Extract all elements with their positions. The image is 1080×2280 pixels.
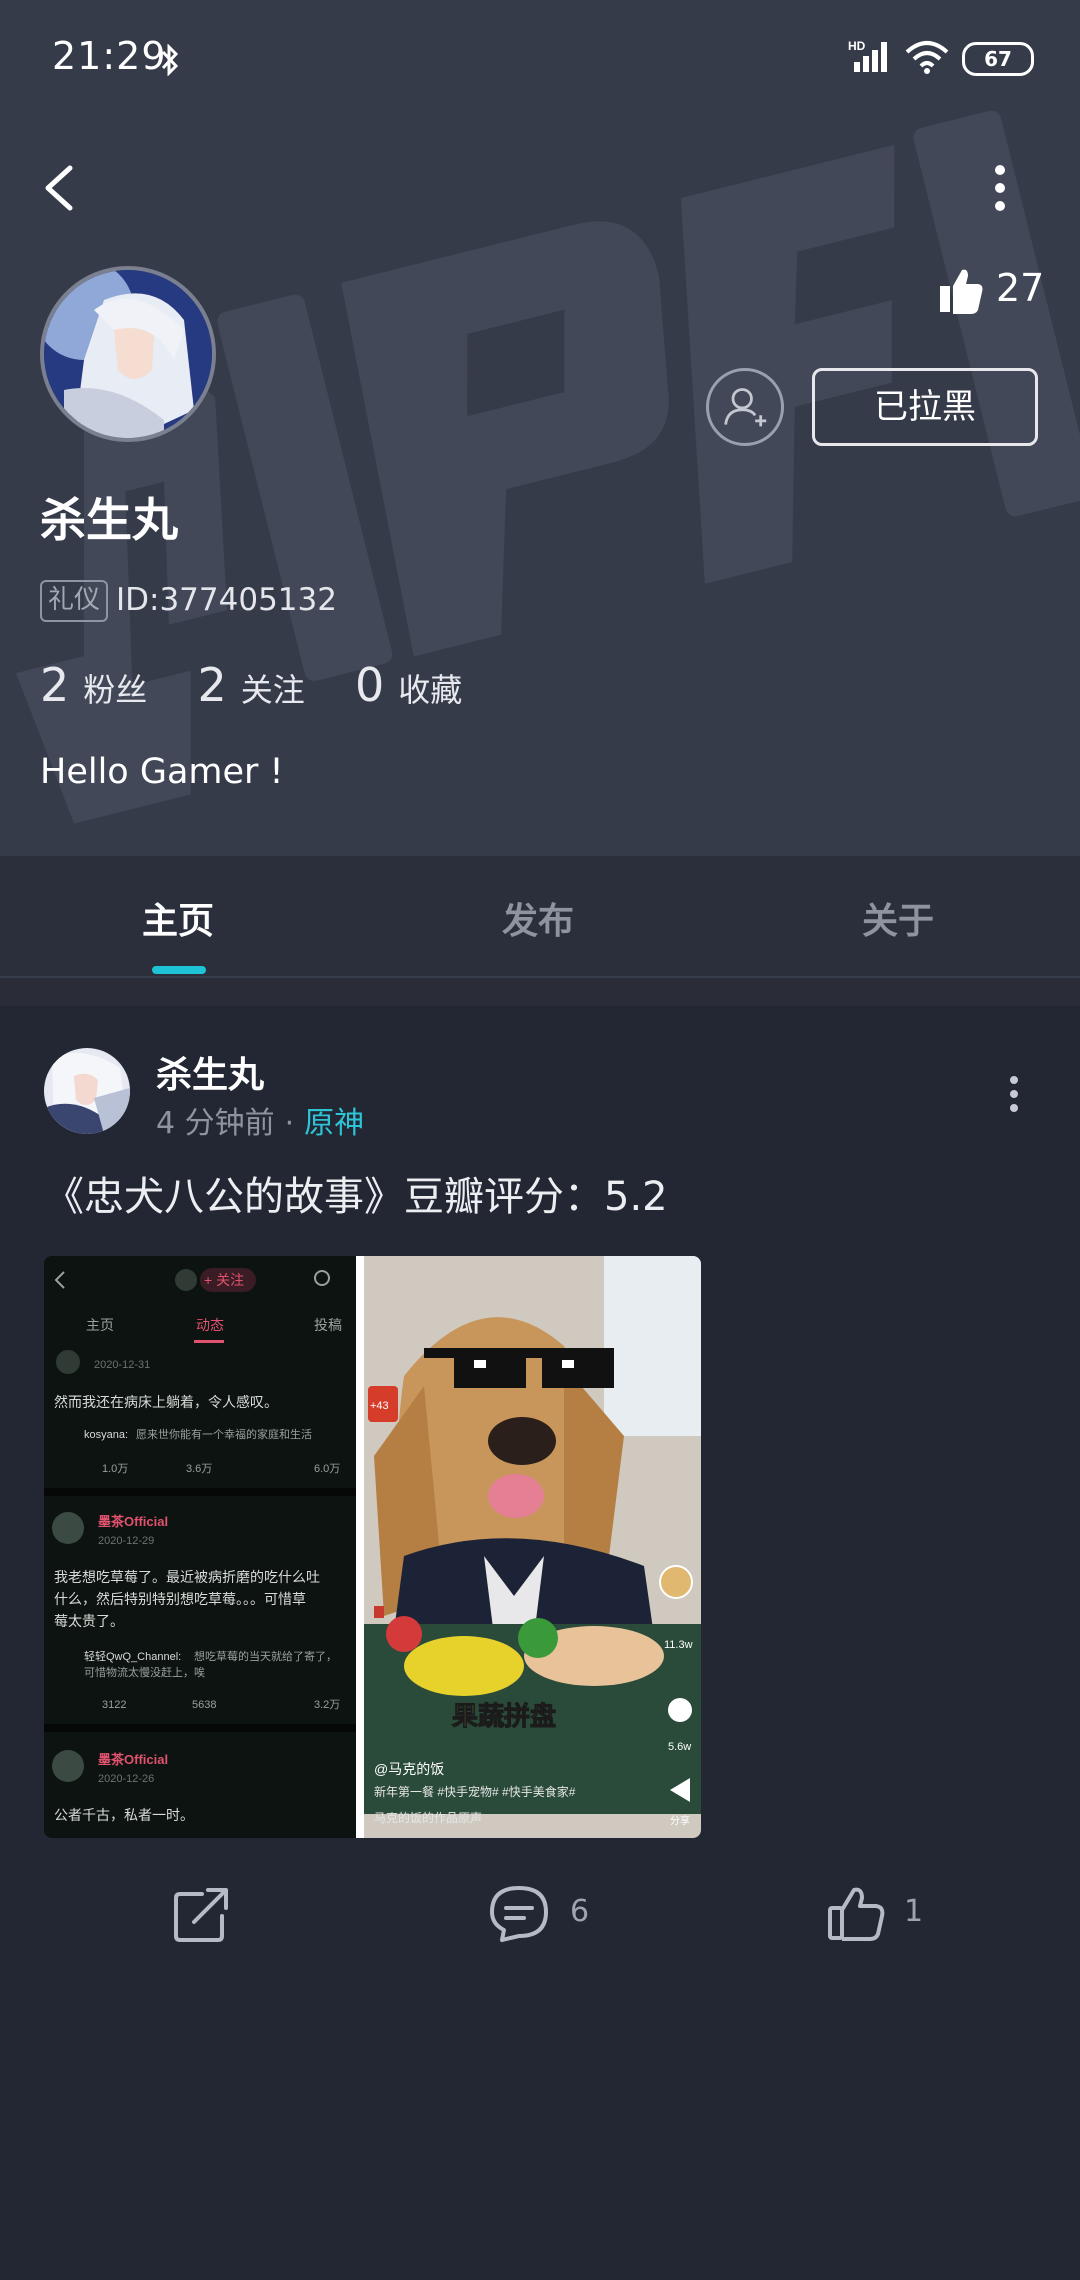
screenshot-reply-text: 想吃草莓的当天就给了寄了， bbox=[194, 1649, 337, 1663]
section-divider bbox=[0, 978, 1080, 1006]
bluetooth-icon bbox=[161, 44, 179, 76]
screenshot-tab: 动态 bbox=[196, 1317, 224, 1333]
screenshot-count: 5.6w bbox=[668, 1741, 691, 1753]
screenshot-banner: 果蔬拼盘 bbox=[452, 1701, 556, 1731]
post-text: 《忠犬八公的故事》豆瓣评分：5.2 bbox=[44, 1174, 668, 1220]
screenshot-count: 6.0万 bbox=[314, 1463, 340, 1475]
screenshot-post-text: 什么，然后特别特别想吃草莓。。。可惜草 bbox=[54, 1591, 306, 1607]
post-image[interactable]: + 关注 主页 动态 投稿 2020-12-31 然而我还在病床上躺着，令人感叹… bbox=[44, 1256, 701, 1838]
tab-home[interactable]: 主页 bbox=[142, 892, 214, 944]
screenshot-comment-icon bbox=[668, 1698, 692, 1722]
status-bar: 21:29 HD 67 bbox=[0, 0, 1080, 118]
screenshot-follow: + 关注 bbox=[204, 1272, 244, 1288]
profile-tabs: 主页 发布 关于 bbox=[0, 856, 1080, 978]
screenshot-date: 2020-12-31 bbox=[94, 1359, 150, 1371]
screenshot-reply-text: 愿来世你能有一个幸福的家庭和生活 bbox=[136, 1427, 312, 1441]
wifi-icon bbox=[905, 41, 949, 74]
post-author-avatar[interactable] bbox=[44, 1048, 130, 1134]
like-icon[interactable] bbox=[826, 1884, 886, 1944]
profile-bio: Hello Gamer ! bbox=[40, 752, 284, 792]
meta-separator: · bbox=[284, 1106, 295, 1141]
screenshot-post-text: 公者千古，私者一时。 bbox=[54, 1807, 194, 1823]
share-icon[interactable] bbox=[172, 1884, 232, 1944]
screenshot-reply-text: 可惜物流太慢没赶上，唉 bbox=[84, 1665, 205, 1679]
stat-followers[interactable]: 2 粉丝 bbox=[40, 658, 147, 712]
status-time: 21:29 bbox=[52, 34, 167, 78]
screenshot-reply-user: 轻轻QwQ_Channel: bbox=[84, 1649, 181, 1663]
like-count: 1 bbox=[904, 1894, 924, 1929]
back-arrow-icon[interactable] bbox=[40, 160, 84, 216]
avatar[interactable] bbox=[40, 266, 216, 442]
watermark-graphic bbox=[15, 110, 1080, 824]
screenshot-date: 2020-12-29 bbox=[98, 1535, 154, 1547]
screenshot-count: 3122 bbox=[102, 1699, 126, 1711]
screenshot-post-text: 然而我还在病床上躺着，令人感叹。 bbox=[54, 1394, 278, 1410]
stat-favorites[interactable]: 0 收藏 bbox=[355, 658, 462, 712]
screenshot-count: 11.3w bbox=[664, 1639, 693, 1651]
profile-stats: 2 粉丝 2 关注 0 收藏 bbox=[40, 658, 502, 712]
screenshot-caption: 新年第一餐 #快手宠物# #快手美食家# bbox=[374, 1784, 576, 1799]
add-friend-icon[interactable] bbox=[706, 368, 784, 446]
likes-count: 27 bbox=[996, 266, 1045, 310]
screenshot-count: 3.6万 bbox=[186, 1463, 212, 1475]
screenshot-post-text: 莓太贵了。 bbox=[54, 1613, 124, 1629]
signal-icon: HD bbox=[848, 39, 887, 72]
comment-icon[interactable] bbox=[488, 1884, 550, 1944]
tab-posts[interactable]: 发布 bbox=[502, 892, 574, 944]
svg-text:HD: HD bbox=[848, 39, 866, 53]
stat-following[interactable]: 2 关注 bbox=[197, 658, 304, 712]
screenshot-tab: 主页 bbox=[86, 1317, 114, 1333]
active-tab-indicator bbox=[152, 966, 206, 974]
screenshot-count: 5638 bbox=[192, 1699, 216, 1711]
post-more-icon[interactable] bbox=[1004, 1072, 1024, 1116]
battery-indicator: 67 bbox=[962, 42, 1034, 76]
user-id: ID:377405132 bbox=[116, 582, 337, 618]
post-game-tag[interactable]: 原神 bbox=[304, 1106, 364, 1141]
screenshot-share-label: 分享 bbox=[670, 1814, 690, 1827]
thumbs-up-icon[interactable] bbox=[938, 264, 984, 320]
screenshot-author: 墨茶Official bbox=[98, 1752, 168, 1767]
screenshot-profile-avatar bbox=[659, 1565, 693, 1599]
screenshot-count: 1.0万 bbox=[102, 1463, 128, 1475]
screenshot-reply-user: kosyana: bbox=[84, 1429, 128, 1441]
etiquette-badge: 礼仪 bbox=[40, 580, 109, 622]
screenshot-avatar bbox=[175, 1269, 197, 1291]
comment-count: 6 bbox=[570, 1894, 590, 1929]
post-time: 4 分钟前 bbox=[156, 1106, 275, 1141]
screenshot-account: @马克的饭 bbox=[374, 1761, 444, 1777]
profile-header: 21:29 HD 67 27 已拉黑 杀生丸 礼仪 ID:377405132 2… bbox=[0, 0, 1080, 856]
screenshot-side-badge: +43 bbox=[370, 1400, 389, 1412]
screenshot-count: 3.2万 bbox=[314, 1699, 340, 1711]
screenshot-date: 2020-12-26 bbox=[98, 1773, 154, 1785]
post-author-name[interactable]: 杀生丸 bbox=[156, 1046, 264, 1098]
profile-username: 杀生丸 bbox=[40, 493, 178, 547]
post-meta: 4 分钟前 · 原神 bbox=[156, 1098, 364, 1142]
screenshot-tab: 投稿 bbox=[314, 1317, 342, 1333]
blocked-button[interactable]: 已拉黑 bbox=[812, 368, 1038, 446]
screenshot-post-text: 我老想吃草莓了。最近被病折磨的吃什么吐 bbox=[54, 1569, 320, 1585]
more-options-icon[interactable] bbox=[982, 160, 1018, 216]
screenshot-music: 马克的饭的作品原声 bbox=[374, 1810, 482, 1825]
tab-about[interactable]: 关于 bbox=[862, 892, 934, 944]
screenshot-author: 墨茶Official bbox=[98, 1514, 168, 1529]
